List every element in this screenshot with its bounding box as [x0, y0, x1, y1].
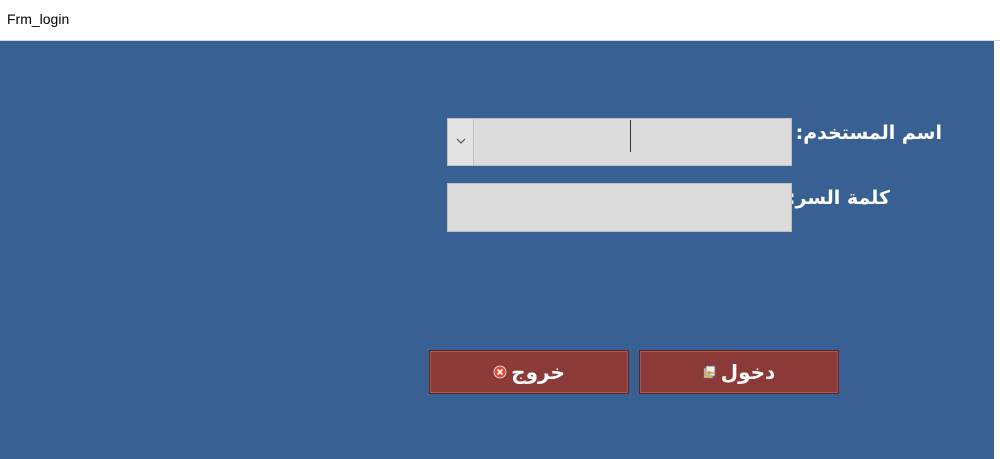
- password-label: كلمة السر:: [787, 187, 890, 209]
- username-input[interactable]: [478, 119, 787, 167]
- login-button-label: دخول: [720, 360, 776, 384]
- text-caret: [630, 120, 631, 152]
- close-circle-icon: [493, 365, 507, 379]
- form-body: [0, 41, 994, 459]
- window-border: [994, 41, 1000, 459]
- exit-button[interactable]: خروج: [429, 350, 629, 394]
- window-title: Frm_login: [7, 11, 70, 27]
- title-bar[interactable]: Frm_login: [0, 0, 1000, 41]
- username-label: اسم المستخدم:: [795, 122, 942, 144]
- password-input[interactable]: [447, 183, 792, 232]
- login-button[interactable]: دخول: [639, 350, 839, 394]
- chevron-down-icon: [456, 138, 466, 144]
- username-combobox[interactable]: [447, 118, 792, 167]
- login-key-icon: [703, 365, 716, 379]
- dropdown-button[interactable]: [448, 119, 474, 165]
- login-window: Frm_login اسم المستخدم: كلمة السر: دخول …: [0, 0, 1000, 459]
- exit-button-label: خروج: [511, 360, 565, 384]
